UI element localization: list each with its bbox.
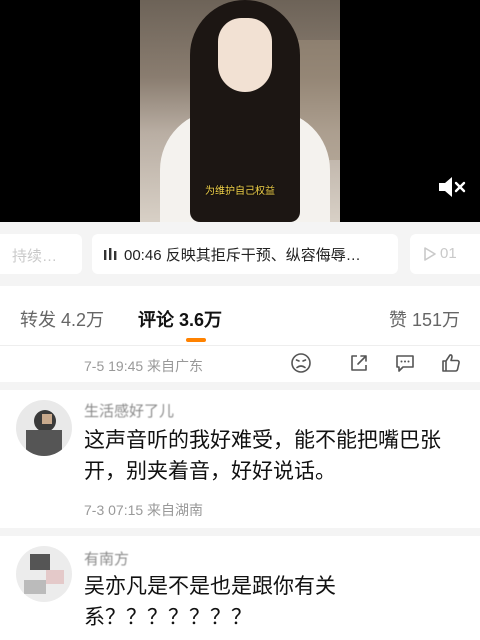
comment-username[interactable]: 生活感好了儿 xyxy=(84,400,174,421)
avatar[interactable] xyxy=(16,400,72,456)
sad-face-icon[interactable] xyxy=(290,352,312,374)
avatar[interactable] xyxy=(16,546,72,602)
comment-text: 这声音听的我好难受，能不能把嘴巴张开，别夹着音，好好说话。 xyxy=(84,429,441,483)
playlist-item-prev[interactable]: 持续… xyxy=(0,234,82,274)
tab-comment[interactable]: 评论 3.6万 xyxy=(138,306,222,332)
playlist-item-next-label: 01 xyxy=(440,245,457,262)
playlist-item-current-label: 00:46 反映其拒斥干预、纵容侮辱… xyxy=(124,246,361,264)
reply-icon[interactable] xyxy=(394,352,416,374)
video-player[interactable]: 为维护自己权益 xyxy=(0,0,480,222)
like-icon[interactable] xyxy=(440,352,462,374)
comment-actions xyxy=(290,352,470,376)
mute-icon[interactable] xyxy=(437,174,467,200)
video-frame: 为维护自己权益 xyxy=(140,0,340,222)
video-caption: 为维护自己权益 xyxy=(205,186,275,197)
comment-meta: 7-3 07:15 来自湖南 xyxy=(84,502,204,518)
share-icon[interactable] xyxy=(348,352,370,374)
tab-like[interactable]: 赞 151万 xyxy=(389,306,460,332)
interaction-tabs: 转发 4.2万 评论 3.6万 赞 151万 xyxy=(0,286,480,346)
playlist-item-prev-label: 持续… xyxy=(12,248,58,265)
comment-username[interactable]: 有南方 xyxy=(84,548,129,569)
playlist-item-next[interactable]: 01 xyxy=(410,234,480,274)
tab-repost[interactable]: 转发 4.2万 xyxy=(20,306,104,332)
play-icon xyxy=(424,247,436,261)
comment-meta: 7-5 19:45 来自广东 xyxy=(84,358,204,374)
active-tab-indicator xyxy=(186,338,206,342)
comment-text: 吴亦凡是不是也是跟你有关系？？？？？？？ xyxy=(84,575,336,629)
video-person-face xyxy=(218,18,272,92)
video-playlist: 持续… 00:46 反映其拒斥干预、纵容侮辱… 01 xyxy=(0,222,480,286)
audio-bars-icon xyxy=(104,248,117,260)
comment-divider xyxy=(0,382,480,390)
playlist-item-current[interactable]: 00:46 反映其拒斥干预、纵容侮辱… xyxy=(92,234,398,274)
comment-divider xyxy=(0,528,480,536)
